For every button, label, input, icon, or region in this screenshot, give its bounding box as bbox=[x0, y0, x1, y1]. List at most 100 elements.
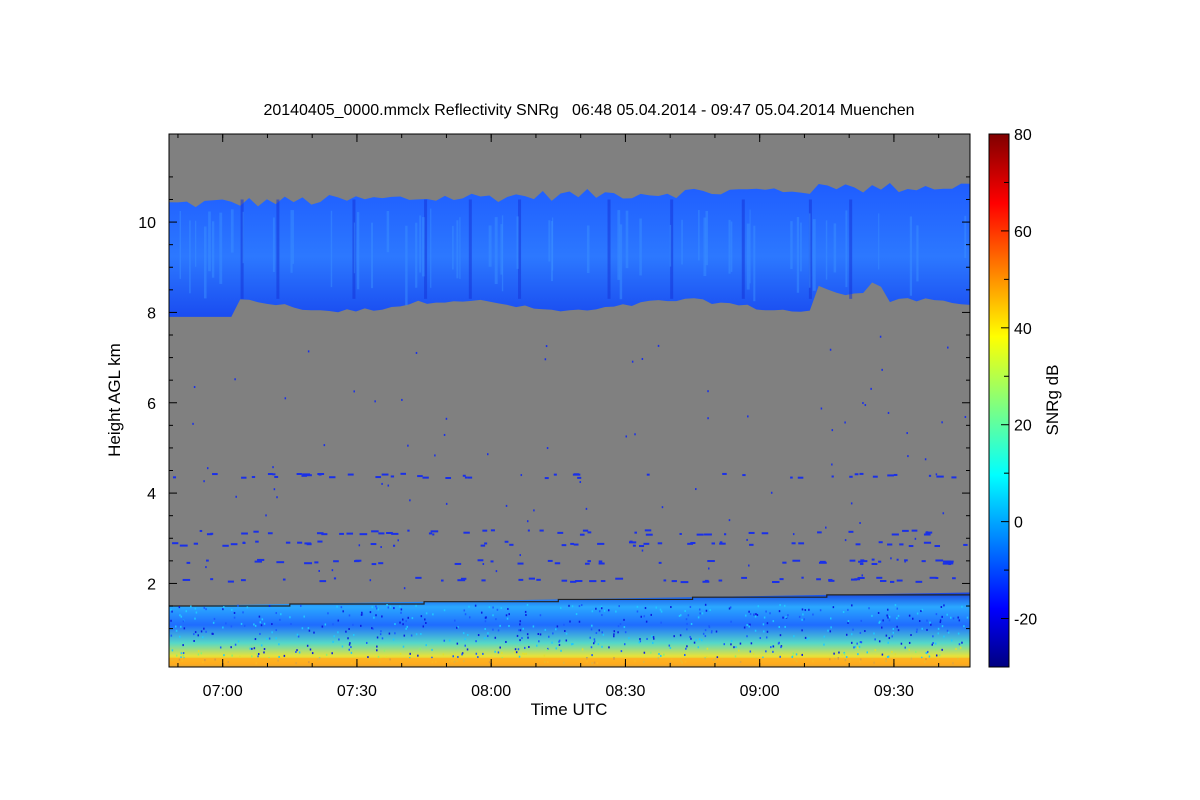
noise-pixel bbox=[801, 608, 804, 611]
noise-pixel bbox=[719, 542, 726, 545]
noise-pixel bbox=[580, 604, 583, 607]
cloud-streak bbox=[800, 222, 802, 272]
noise-pixel bbox=[914, 537, 917, 540]
noise-pixel bbox=[516, 634, 519, 637]
noise-pixel bbox=[306, 543, 312, 546]
noise-pixel bbox=[792, 652, 795, 655]
noise-pixel bbox=[695, 639, 697, 642]
noise-pixel bbox=[275, 637, 277, 640]
noise-pixel bbox=[655, 606, 658, 609]
noise-pixel bbox=[828, 579, 835, 582]
noise-pixel bbox=[440, 579, 444, 582]
noise-pixel bbox=[410, 634, 413, 637]
noise-pixel bbox=[499, 646, 501, 649]
noise-pixel bbox=[178, 635, 181, 638]
noise-pixel bbox=[284, 397, 287, 400]
noise-pixel bbox=[253, 530, 259, 533]
noise-pixel bbox=[936, 475, 944, 478]
noise-pixel bbox=[361, 611, 363, 614]
noise-pixel bbox=[417, 475, 423, 478]
noise-pixel bbox=[325, 653, 328, 656]
noise-pixel bbox=[367, 656, 369, 659]
cloud-streak bbox=[669, 224, 672, 267]
noise-pixel bbox=[941, 625, 944, 628]
noise-pixel bbox=[233, 611, 236, 614]
noise-pixel bbox=[763, 616, 766, 619]
noise-pixel bbox=[469, 616, 471, 619]
noise-pixel bbox=[854, 473, 859, 476]
noise-pixel bbox=[383, 649, 386, 652]
noise-pixel bbox=[464, 613, 467, 616]
noise-pixel bbox=[569, 620, 571, 623]
noise-pixel bbox=[845, 656, 848, 659]
noise-pixel bbox=[422, 625, 425, 628]
noise-pixel bbox=[878, 621, 880, 624]
noise-pixel bbox=[728, 607, 731, 610]
noise-pixel bbox=[690, 541, 696, 544]
noise-pixel bbox=[579, 533, 585, 536]
noise-pixel bbox=[568, 604, 570, 607]
noise-pixel bbox=[484, 620, 487, 623]
noise-pixel bbox=[300, 604, 302, 607]
cloud-streak bbox=[845, 210, 848, 288]
noise-pixel bbox=[554, 562, 561, 565]
cloud-streak bbox=[386, 210, 390, 253]
x-tick-label: 07:30 bbox=[337, 683, 377, 700]
noise-pixel bbox=[859, 562, 864, 565]
noise-pixel bbox=[896, 579, 903, 582]
cloud-streak bbox=[242, 211, 244, 264]
noise-pixel bbox=[273, 488, 276, 491]
noise-pixel bbox=[644, 529, 652, 532]
noise-pixel bbox=[707, 390, 709, 393]
cloud-streak bbox=[208, 211, 211, 272]
noise-pixel bbox=[381, 482, 383, 485]
noise-pixel bbox=[507, 607, 509, 610]
cloud-streak bbox=[808, 213, 811, 288]
noise-pixel bbox=[587, 531, 592, 534]
noise-pixel bbox=[697, 646, 700, 649]
noise-pixel bbox=[514, 648, 517, 651]
noise-pixel bbox=[848, 530, 854, 533]
noise-pixel bbox=[746, 538, 748, 541]
noise-pixel bbox=[195, 611, 198, 614]
noise-pixel bbox=[333, 560, 339, 563]
noise-pixel bbox=[401, 398, 403, 401]
noise-pixel bbox=[415, 351, 418, 354]
noise-pixel bbox=[620, 650, 623, 653]
cloud-streak bbox=[330, 210, 333, 288]
noise-pixel bbox=[851, 633, 853, 636]
cloud-streak bbox=[825, 220, 828, 280]
noise-pixel bbox=[170, 619, 172, 622]
noise-pixel bbox=[766, 622, 769, 625]
noise-pixel bbox=[887, 474, 894, 477]
noise-pixel bbox=[783, 604, 786, 607]
noise-pixel bbox=[392, 638, 395, 641]
noise-pixel bbox=[765, 636, 768, 639]
noise-pixel bbox=[393, 607, 395, 610]
noise-pixel bbox=[376, 649, 378, 652]
noise-pixel bbox=[235, 495, 237, 498]
noise-pixel bbox=[475, 640, 477, 643]
noise-pixel bbox=[175, 629, 178, 632]
noise-pixel bbox=[544, 477, 549, 480]
noise-pixel bbox=[509, 543, 514, 546]
noise-pixel bbox=[430, 530, 439, 533]
noise-pixel bbox=[234, 643, 237, 646]
noise-pixel bbox=[533, 509, 535, 512]
noise-pixel bbox=[515, 651, 518, 654]
noise-pixel bbox=[212, 621, 215, 624]
noise-pixel bbox=[467, 634, 469, 637]
noise-pixel bbox=[536, 578, 541, 581]
noise-pixel bbox=[907, 455, 909, 458]
noise-pixel bbox=[879, 335, 882, 338]
x-tick-label: 07:00 bbox=[203, 683, 243, 700]
cloud-streak bbox=[290, 210, 293, 273]
noise-pixel bbox=[333, 577, 337, 580]
noise-pixel bbox=[346, 532, 354, 535]
noise-pixel bbox=[279, 618, 281, 621]
noise-pixel bbox=[650, 613, 652, 616]
noise-pixel bbox=[425, 612, 428, 615]
noise-pixel bbox=[804, 636, 807, 639]
noise-pixel bbox=[887, 655, 890, 658]
noise-pixel bbox=[598, 610, 601, 613]
